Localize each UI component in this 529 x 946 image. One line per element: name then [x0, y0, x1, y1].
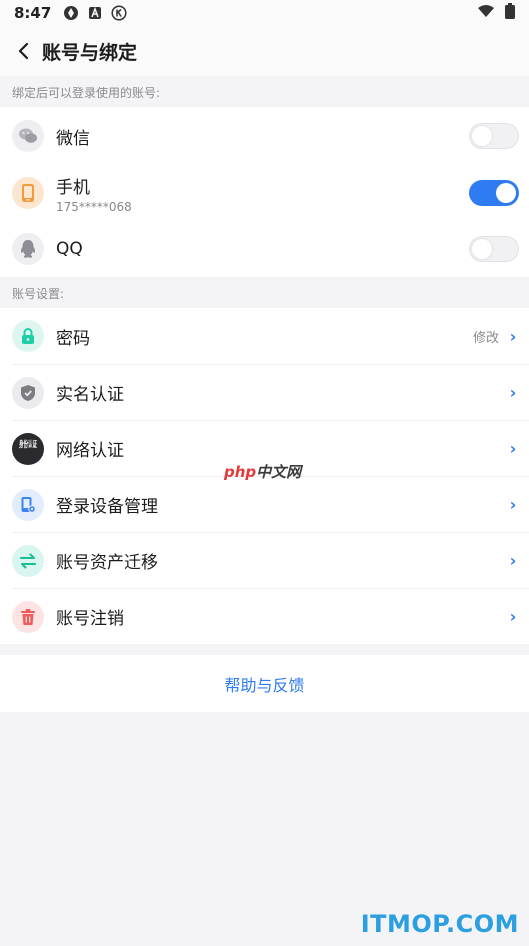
chevron-right-icon: › [509, 551, 517, 570]
chevron-right-icon: › [509, 383, 517, 402]
bind-row-wechat[interactable]: 微信 [0, 107, 529, 165]
bind-row-phone[interactable]: 手机 175*****068 [0, 165, 529, 221]
qq-toggle[interactable] [469, 236, 519, 262]
chevron-right-icon: › [509, 495, 517, 514]
settings-row-devices[interactable]: 登录设备管理 › [0, 477, 529, 532]
device-icon [12, 488, 44, 521]
settings-label-devices: 登录设备管理 [56, 497, 158, 517]
a-badge-icon [87, 5, 103, 21]
php-watermark: php中文网 [224, 461, 301, 482]
wechat-icon [12, 120, 44, 152]
bind-label-qq: QQ [56, 239, 83, 259]
bind-group: 微信 手机 175*****068 QQ [0, 107, 529, 277]
watermark-php-text: php [224, 463, 257, 481]
settings-row-password[interactable]: 密码 修改 › [0, 308, 529, 364]
bind-row-qq[interactable]: QQ [0, 221, 529, 277]
back-button[interactable] [8, 31, 40, 71]
phone-number: 175*****068 [56, 199, 132, 214]
qq-icon [12, 233, 44, 265]
settings-label-network: 网络认证 [56, 441, 124, 461]
settings-label-transfer: 账号资产迁移 [56, 553, 158, 573]
sync-icon [63, 5, 79, 21]
itmop-watermark: ITMOP.COM [360, 910, 519, 938]
phone-icon [12, 177, 44, 209]
status-bar: 8:47 [0, 0, 529, 26]
help-feedback-label: 帮助与反馈 [224, 675, 305, 695]
lock-icon [12, 320, 44, 352]
settings-row-realname[interactable]: 实名认证 › [0, 365, 529, 420]
bind-label-wechat: 微信 [56, 128, 90, 149]
settings-label-realname: 实名认证 [56, 385, 124, 405]
transfer-icon [12, 544, 44, 577]
settings-label-password: 密码 [56, 328, 90, 349]
watermark-cn-text: 中文网 [256, 463, 302, 481]
status-time: 8:47 [14, 4, 52, 22]
chevron-right-icon: › [509, 607, 517, 626]
help-feedback-button[interactable]: 帮助与反馈 [0, 655, 529, 712]
k-circle-icon [111, 5, 127, 21]
page-title: 账号与绑定 [42, 41, 138, 64]
shield-icon [12, 376, 44, 409]
modify-action[interactable]: 修改 [473, 327, 499, 346]
settings-row-deactivate[interactable]: 账号注销 › [0, 589, 529, 644]
trash-icon [12, 600, 44, 633]
chevron-right-icon: › [509, 439, 517, 458]
wechat-toggle[interactable] [469, 123, 519, 149]
app-header: 账号与绑定 [0, 26, 529, 76]
wifi-icon [477, 4, 495, 22]
settings-row-transfer[interactable]: 账号资产迁移 › [0, 533, 529, 588]
chevron-right-icon: › [509, 326, 517, 346]
chevron-left-icon [18, 42, 29, 60]
bind-label-phone: 手机 [56, 177, 90, 198]
settings-section-label: 账号设置: [12, 287, 65, 301]
settings-label-deactivate: 账号注销 [56, 609, 124, 629]
id-badge-text-top: 身份认证 [18, 439, 37, 450]
id-badge-icon: 身份认证 [12, 432, 44, 465]
phone-toggle[interactable] [469, 180, 519, 206]
bind-section-label: 绑定后可以登录使用的账号: [12, 86, 161, 100]
battery-icon [505, 3, 515, 23]
